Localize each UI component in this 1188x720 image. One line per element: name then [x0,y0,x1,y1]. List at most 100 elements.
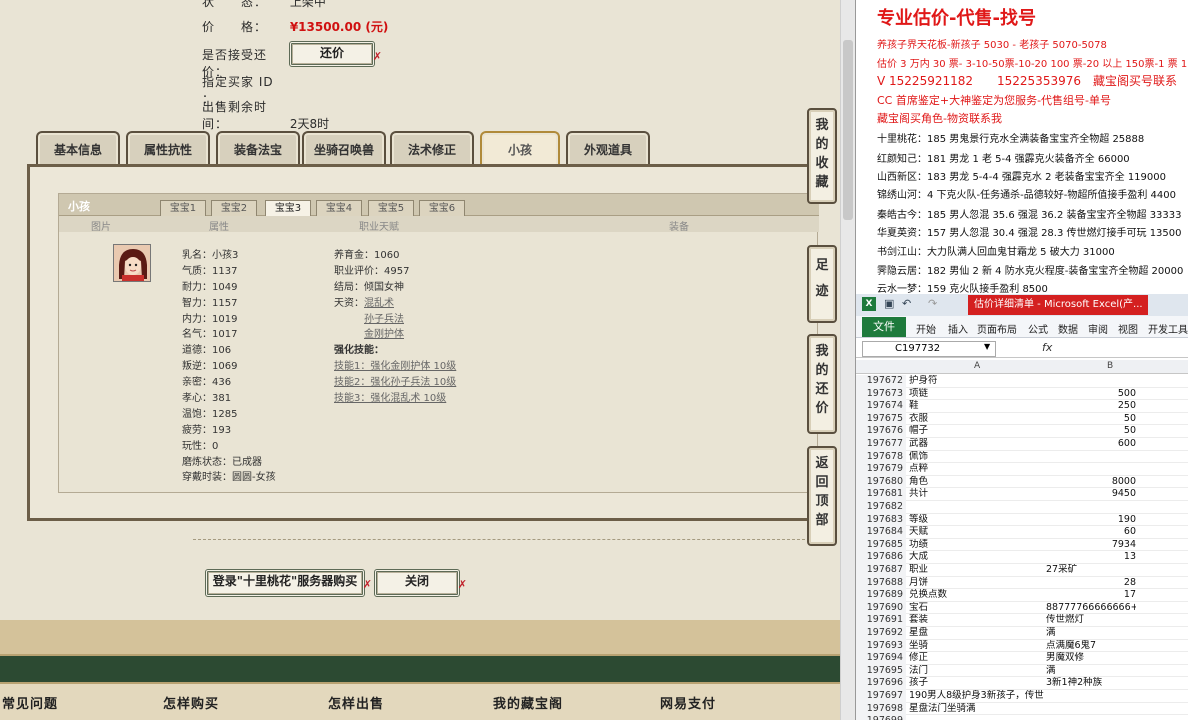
row-number[interactable]: 197685 [856,538,906,552]
cell-b[interactable]: 满 [1044,665,1136,678]
tab-spell-mod[interactable]: 法术修正 [390,131,474,166]
cell-a[interactable]: 佩饰 [907,451,1044,464]
page-scrollbar[interactable] [840,0,855,720]
cell-b[interactable]: 27采矿 [1044,564,1136,577]
cell-a[interactable]: 天赋 [907,526,1044,539]
cell-a[interactable]: 修正 [907,652,1044,665]
skill-link-3[interactable]: 技能3：强化混乱术 10级 [334,393,446,404]
cell-b[interactable]: 7934 [1044,539,1136,552]
row-number[interactable]: 197688 [856,576,906,590]
talent-link-1[interactable]: 混乱术 [364,298,394,309]
cell-b[interactable]: 8000 [1044,476,1136,489]
cell-b[interactable]: 满 [1044,627,1136,640]
row-number[interactable]: 197691 [856,614,906,627]
my-favorites-button[interactable]: 我的收藏 [807,108,837,204]
cell-a[interactable]: 护身符 [907,375,1044,388]
ribbon-page-layout[interactable]: 页面布局 [977,321,1017,336]
subtab-baby-2[interactable]: 宝宝2 [211,200,257,216]
cell-a[interactable]: 宝石 [907,602,1044,615]
col-header-b[interactable]: B [1107,361,1113,371]
row-number[interactable]: 197684 [856,526,906,539]
save-icon[interactable]: ▣ [884,297,894,310]
redo-icon[interactable]: ↷ [928,297,937,310]
cell-b[interactable]: 传世燃灯 [1044,614,1136,627]
cell-b[interactable]: 88777766666666+ [1044,602,1136,615]
tab-children[interactable]: 小孩 [480,131,560,166]
subtab-baby-6[interactable]: 宝宝6 [419,200,465,216]
ribbon-data[interactable]: 数据 [1058,321,1078,336]
footer-how-sell[interactable]: 怎样出售 [328,693,384,712]
cell-a[interactable]: 大成 [907,551,1044,564]
talent-link-2[interactable]: 孙子兵法 [364,314,404,325]
footer-netease-pay[interactable]: 网易支付 [660,693,716,712]
row-number[interactable]: 197674 [856,400,906,413]
cell-a[interactable]: 鞋 [907,400,1044,413]
cell-a[interactable]: 衣服 [907,413,1044,426]
row-number[interactable]: 197682 [856,501,906,514]
cell-a[interactable]: 角色 [907,476,1044,489]
cell-a[interactable]: 功绩 [907,539,1044,552]
cell-b[interactable]: 50 [1044,425,1136,438]
skill-link-1[interactable]: 技能1：强化金刚护体 10级 [334,361,456,372]
subtab-baby-5[interactable]: 宝宝5 [368,200,414,216]
row-number[interactable]: 197686 [856,551,906,564]
footer-my-treasure[interactable]: 我的藏宝阁 [493,693,563,712]
cell-a[interactable]: 等级 [907,514,1044,527]
subtab-baby-4[interactable]: 宝宝4 [316,200,362,216]
subtab-baby-1[interactable]: 宝宝1 [160,200,206,216]
col-header-a[interactable]: A [974,361,980,371]
row-number[interactable]: 197693 [856,639,906,653]
footprints-button[interactable]: 足迹 [807,245,837,323]
row-number[interactable]: 197675 [856,412,906,426]
cell-a[interactable]: 兑换点数 [907,589,1044,602]
cell-a[interactable]: 共计 [907,488,1044,501]
row-number[interactable]: 197687 [856,564,906,577]
row-number[interactable]: 197673 [856,387,906,401]
login-server-buy-button[interactable]: 登录"十里桃花"服务器购买 ✗ [205,569,372,597]
cell-a[interactable]: 帽子 [907,425,1044,438]
subtab-baby-3[interactable]: 宝宝3 [265,200,311,216]
cell-a[interactable]: 法门 [907,665,1044,678]
cell-a[interactable]: 坐骑 [907,640,1044,653]
cell-a[interactable]: 套装 [907,614,1044,627]
tab-equipment[interactable]: 装备法宝 [216,131,300,166]
row-number[interactable]: 197679 [856,463,906,476]
back-to-top-button[interactable]: 返回顶部 [807,446,837,546]
tab-appearance[interactable]: 外观道具 [566,131,650,166]
cell-a[interactable]: 武器 [907,438,1044,451]
undo-icon[interactable]: ↶ [902,297,911,310]
ribbon-developer[interactable]: 开发工具 [1148,321,1188,336]
cell-b[interactable]: 28 [1044,577,1136,590]
row-number[interactable]: 197683 [856,513,906,527]
row-number[interactable]: 197676 [856,425,906,438]
cell-b[interactable]: 3新1神2种族 [1044,677,1136,690]
cell-a[interactable]: 项链 [907,388,1044,401]
row-number[interactable]: 197699 [856,715,906,720]
cell-b[interactable]: 250 [1044,400,1136,413]
row-number[interactable]: 197695 [856,664,906,678]
cell-a[interactable]: 星盘法门坐骑满 [907,703,1044,716]
close-button[interactable]: 关闭 ✗ [374,569,467,597]
tab-basic-info[interactable]: 基本信息 [36,131,120,166]
cell-b[interactable]: 500 [1044,388,1136,401]
footer-faq[interactable]: 常见问题 [2,693,58,712]
row-number[interactable]: 197677 [856,438,906,451]
cell-a[interactable]: 星盘 [907,627,1044,640]
cell-b[interactable]: 男魔双修 [1044,652,1136,665]
row-number[interactable]: 197696 [856,677,906,690]
my-bargains-button[interactable]: 我的还价 [807,334,837,434]
namebox-dropdown-icon[interactable]: ▼ [984,342,990,351]
ribbon-review[interactable]: 审阅 [1088,321,1108,336]
row-number[interactable]: 197680 [856,475,906,489]
cell-b[interactable]: 190 [1044,514,1136,527]
ribbon-insert[interactable]: 插入 [948,321,968,336]
footer-how-buy[interactable]: 怎样购买 [163,693,219,712]
cell-a[interactable]: 190男人8级护身3新孩子，传世燃灯，8级宝石 [907,690,1044,703]
tab-attributes[interactable]: 属性抗性 [126,131,210,166]
cell-a[interactable]: 月饼 [907,577,1044,590]
scrollbar-thumb[interactable] [843,40,853,220]
skill-link-2[interactable]: 技能2：强化孙子兵法 10级 [334,377,456,388]
row-number[interactable]: 197690 [856,601,906,615]
row-number[interactable]: 197672 [856,375,906,388]
row-number[interactable]: 197697 [856,690,906,703]
